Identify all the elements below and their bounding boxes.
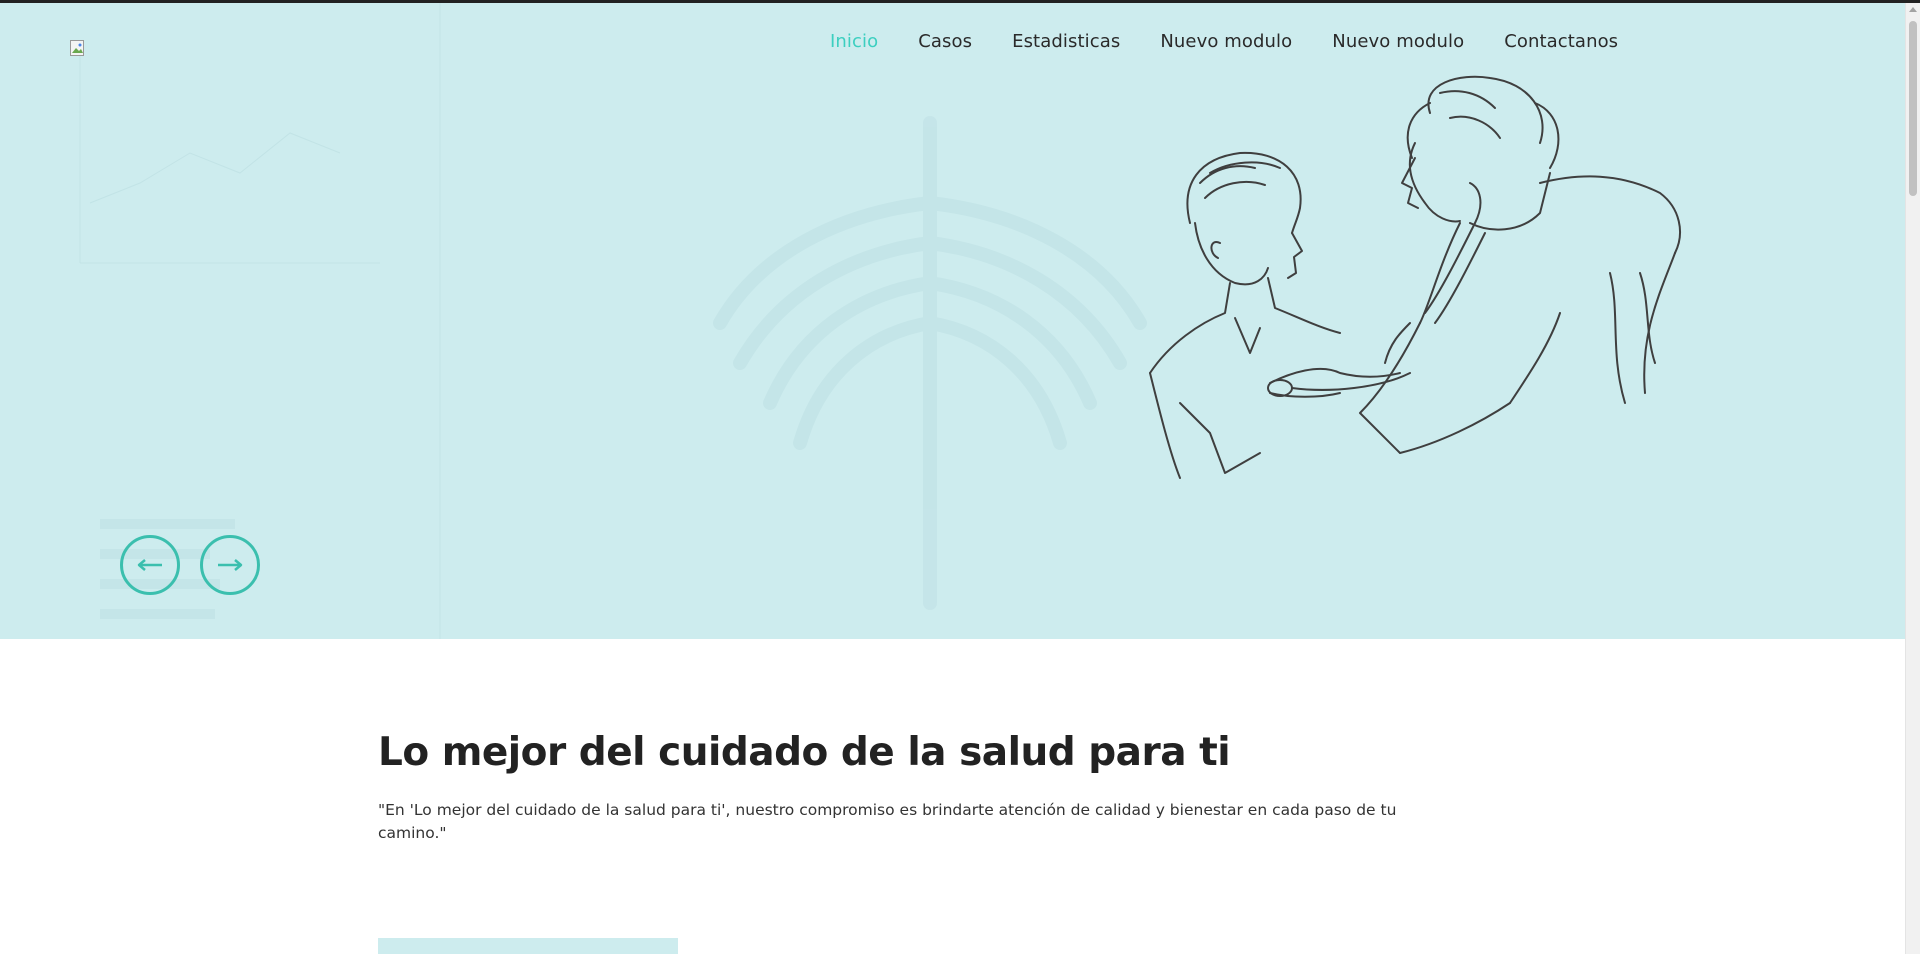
arrow-right-icon (218, 559, 243, 571)
intro-section: Lo mejor del cuidado de la salud para ti… (378, 730, 1438, 845)
scrollbar-thumb[interactable] (1909, 21, 1917, 196)
logo-image[interactable] (70, 40, 86, 58)
next-section-preview (378, 938, 678, 954)
doctor-examining-patient-icon (1149, 75, 1681, 479)
nav-link-nuevo-modulo-2[interactable]: Nuevo modulo (1332, 31, 1464, 52)
nav-link-contactanos[interactable]: Contactanos (1504, 31, 1618, 52)
intro-title: Lo mejor del cuidado de la salud para ti (378, 730, 1231, 775)
intro-description: "En 'Lo mejor del cuidado de la salud pa… (378, 801, 1397, 842)
main-nav: Inicio Casos Estadisticas Nuevo modulo N… (830, 31, 1618, 52)
nav-link-inicio[interactable]: Inicio (830, 31, 878, 52)
slider-prev-button[interactable] (120, 535, 180, 595)
hero-slider: Inicio Casos Estadisticas Nuevo modulo N… (0, 3, 1906, 639)
page: Inicio Casos Estadisticas Nuevo modulo N… (0, 0, 1920, 954)
arrow-left-icon (137, 559, 162, 571)
nav-link-casos[interactable]: Casos (918, 31, 972, 52)
nav-link-nuevo-modulo-1[interactable]: Nuevo modulo (1160, 31, 1292, 52)
scroll-up-arrow-icon[interactable] (1909, 7, 1917, 12)
slider-next-button[interactable] (200, 535, 260, 595)
nav-link-estadisticas[interactable]: Estadisticas (1012, 31, 1120, 52)
vertical-scrollbar[interactable] (1905, 3, 1920, 954)
